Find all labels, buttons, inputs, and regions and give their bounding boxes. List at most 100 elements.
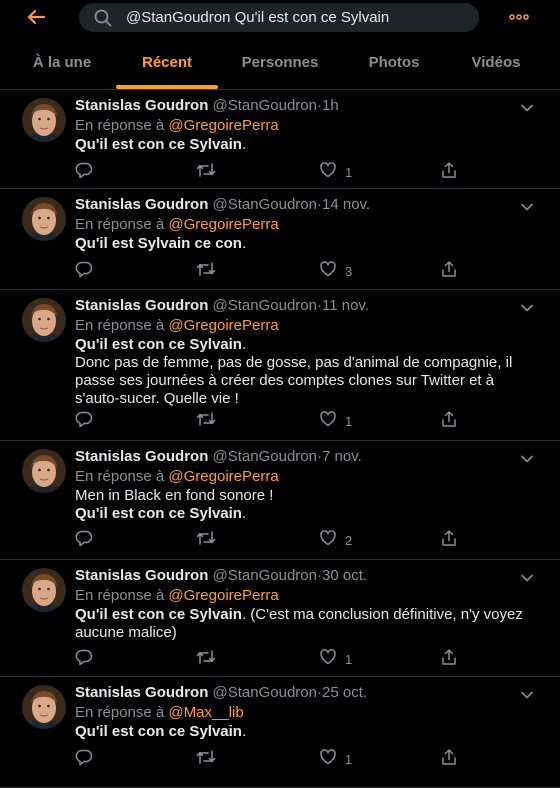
share-button[interactable] (440, 649, 458, 669)
tab-photos[interactable]: Photos (358, 36, 430, 89)
tab-label: À la une (32, 54, 92, 71)
avatar[interactable] (22, 298, 66, 342)
tab-label: Récent (141, 54, 193, 71)
author-handle[interactable]: @StanGoudron (213, 196, 317, 213)
tab-latest[interactable]: Récent (116, 36, 218, 89)
chevron-down-icon[interactable] (520, 687, 534, 704)
chevron-down-icon[interactable] (520, 451, 534, 468)
share-button[interactable] (440, 530, 458, 550)
tweet[interactable]: Stanislas Goudron @StanGoudron·11 nov. En… (0, 290, 560, 441)
author-name[interactable]: Stanislas Goudron (75, 196, 208, 213)
tweet[interactable]: Stanislas Goudron @StanGoudron·25 oct. En… (0, 677, 560, 788)
tab-people[interactable]: Personnes (234, 36, 326, 89)
more-options-icon[interactable] (508, 8, 530, 30)
like-button[interactable]: 3 (319, 261, 352, 281)
tweet[interactable]: Stanislas Goudron @StanGoudron·30 oct. En… (0, 560, 560, 677)
search-box[interactable] (79, 3, 479, 32)
like-count: 3 (345, 263, 353, 279)
search-input[interactable] (126, 3, 466, 32)
tweet-time[interactable]: 14 nov. (322, 196, 370, 213)
retweet-button[interactable] (196, 649, 216, 669)
tweet-text-rest: . (241, 505, 247, 522)
tweet-time[interactable]: 7 nov. (322, 448, 362, 465)
retweet-button[interactable] (196, 261, 216, 281)
reply-button[interactable] (75, 162, 93, 182)
tweet-content: Stanislas Goudron @StanGoudron·7 nov. En … (75, 447, 540, 523)
tweet-time[interactable]: 11 nov. (322, 297, 369, 314)
like-button[interactable]: 1 (319, 649, 352, 669)
author-name[interactable]: Stanislas Goudron (75, 448, 208, 465)
tweet-text-line: Men in Black en fond sonore ! (75, 487, 274, 504)
reply-context: En réponse à @GregoirePerra (75, 116, 540, 135)
heart-icon (319, 648, 337, 670)
tweet-content: Stanislas Goudron @StanGoudron·30 oct. En… (75, 566, 540, 642)
reply-button[interactable] (75, 411, 93, 431)
reply-to-link[interactable]: @GregoirePerra (168, 468, 278, 485)
tweet-text: Men in Black en fond sonore ! Qu'il est c… (75, 487, 540, 523)
tweet-actions: 1 (75, 411, 495, 431)
tweet[interactable]: Stanislas Goudron @StanGoudron·1h En répo… (0, 90, 560, 189)
chevron-down-icon[interactable] (520, 300, 534, 317)
retweet-icon (196, 161, 216, 183)
tweet-header: Stanislas Goudron @StanGoudron·11 nov. (75, 296, 540, 316)
search-icon (94, 9, 112, 31)
tab-top[interactable]: À la une (20, 36, 104, 89)
retweet-button[interactable] (196, 411, 216, 431)
author-handle[interactable]: @StanGoudron (213, 448, 317, 465)
reply-to-link[interactable]: @GregoirePerra (168, 317, 278, 334)
reply-button[interactable] (75, 649, 93, 669)
tweet-text-bold: Qu'il est con ce Sylvain (75, 723, 242, 740)
author-handle[interactable]: @StanGoudron (213, 97, 317, 114)
retweet-button[interactable] (196, 530, 216, 550)
chevron-down-icon[interactable] (520, 199, 534, 216)
avatar[interactable] (22, 449, 66, 493)
share-icon (440, 260, 458, 282)
avatar[interactable] (22, 197, 66, 241)
back-arrow-icon[interactable] (26, 7, 46, 27)
reply-to-link[interactable]: @GregoirePerra (168, 117, 278, 134)
share-icon (440, 529, 458, 551)
author-handle[interactable]: @StanGoudron (213, 297, 317, 314)
tweet-content: Stanislas Goudron @StanGoudron·25 oct. En… (75, 683, 540, 741)
reply-to-link[interactable]: @GregoirePerra (168, 587, 278, 604)
tweet[interactable]: Stanislas Goudron @StanGoudron·14 nov. En… (0, 189, 560, 290)
share-button[interactable] (440, 411, 458, 431)
reply-button[interactable] (75, 261, 93, 281)
tweet-time[interactable]: 25 oct. (322, 684, 367, 701)
top-bar (0, 0, 560, 36)
chevron-down-icon[interactable] (520, 570, 534, 587)
author-handle[interactable]: @StanGoudron (213, 684, 317, 701)
reply-to-link[interactable]: @Max__lib (168, 704, 243, 721)
share-button[interactable] (440, 749, 458, 769)
like-button[interactable]: 2 (319, 530, 352, 550)
like-button[interactable]: 1 (319, 411, 352, 431)
author-name[interactable]: Stanislas Goudron (75, 567, 208, 584)
author-name[interactable]: Stanislas Goudron (75, 684, 208, 701)
tweet-text: Qu'il est con ce Sylvain. Donc pas de fem… (75, 336, 540, 408)
tweet-time[interactable]: 1h (322, 97, 339, 114)
tweet-text-line: Qu'il est con ce Sylvain. (75, 505, 540, 523)
tab-videos[interactable]: Vidéos (460, 36, 532, 89)
reply-to-link[interactable]: @GregoirePerra (168, 216, 278, 233)
heart-icon (319, 410, 337, 432)
like-button[interactable]: 1 (319, 749, 352, 769)
author-handle[interactable]: @StanGoudron (213, 567, 317, 584)
like-count: 1 (345, 413, 353, 429)
avatar[interactable] (22, 685, 66, 729)
retweet-button[interactable] (196, 749, 216, 769)
retweet-button[interactable] (196, 162, 216, 182)
reply-button[interactable] (75, 530, 93, 550)
like-button[interactable]: 1 (319, 162, 352, 182)
avatar[interactable] (22, 568, 66, 612)
reply-context: En réponse à @Max__lib (75, 703, 540, 722)
avatar[interactable] (22, 98, 66, 142)
heart-icon (319, 260, 337, 282)
tweet-time[interactable]: 30 oct. (322, 567, 367, 584)
chevron-down-icon[interactable] (520, 100, 534, 117)
share-button[interactable] (440, 261, 458, 281)
share-button[interactable] (440, 162, 458, 182)
author-name[interactable]: Stanislas Goudron (75, 297, 208, 314)
author-name[interactable]: Stanislas Goudron (75, 97, 208, 114)
reply-button[interactable] (75, 749, 93, 769)
tweet[interactable]: Stanislas Goudron @StanGoudron·7 nov. En … (0, 441, 560, 560)
